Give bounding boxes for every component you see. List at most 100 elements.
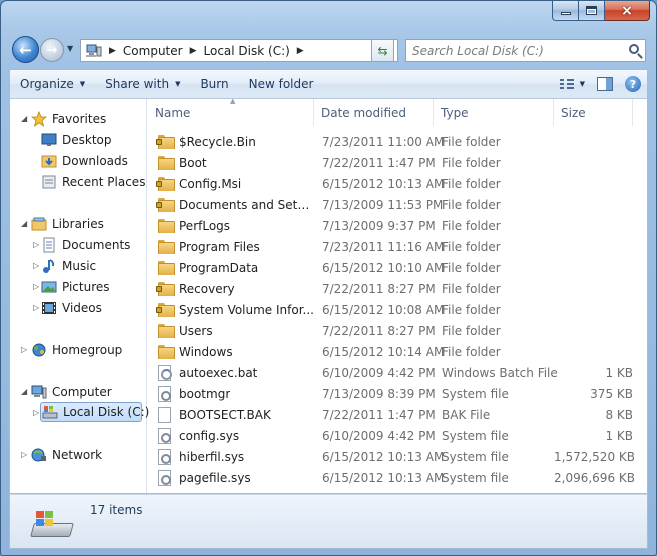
search-box[interactable]	[405, 39, 646, 62]
file-name-cell[interactable]: Documents and Setti...	[148, 198, 314, 212]
file-row[interactable]: pagefile.sys 6/15/2012 10:13 AM System fil…	[148, 467, 647, 488]
file-name-cell[interactable]: autoexec.bat	[148, 364, 314, 381]
file-row[interactable]: ProgramData 6/15/2012 10:10 AM File folder	[148, 257, 647, 278]
sidebar-item-network[interactable]: Network	[31, 445, 102, 465]
column-header-type[interactable]: Type	[434, 99, 554, 126]
burn-button[interactable]: Burn	[190, 70, 238, 98]
file-row[interactable]: Windows 6/15/2012 10:14 AM File folder	[148, 341, 647, 362]
file-row[interactable]: autoexec.bat 6/10/2009 4:42 PM Windows Bat…	[148, 362, 647, 383]
file-row[interactable]: Documents and Setti... 7/13/2009 11:53 PM…	[148, 194, 647, 215]
sidebar-item-local-disk[interactable]: Local Disk (C:)	[40, 402, 149, 422]
change-view-icon[interactable]	[559, 79, 574, 89]
file-row[interactable]: hiberfil.sys 6/15/2012 10:13 AM System fil…	[148, 446, 647, 467]
file-row[interactable]: bootmgr 7/13/2009 8:39 PM System file 375 K…	[148, 383, 647, 404]
sidebar-item-documents[interactable]: Documents	[41, 235, 130, 255]
sidebar-item-pictures[interactable]: Pictures	[41, 277, 110, 297]
file-type: File folder	[442, 302, 501, 317]
sidebar-item-computer[interactable]: Computer	[31, 382, 112, 402]
file-name-cell[interactable]: Recovery	[148, 282, 314, 296]
file-type: System file	[442, 470, 509, 485]
sidebar-item-downloads[interactable]: Downloads	[41, 151, 128, 171]
navigation-pane: ◢ Favorites Desktop Downloads Recent Pla…	[10, 99, 149, 493]
file-row[interactable]: Boot 7/22/2011 1:47 PM File folder	[148, 152, 647, 173]
file-name-cell[interactable]: Boot	[148, 156, 314, 170]
sidebar-item-recent-places[interactable]: Recent Places	[41, 172, 145, 192]
expand-pictures-icon[interactable]: ▷	[33, 282, 39, 291]
column-header-size[interactable]: Size	[554, 99, 633, 126]
breadcrumb-computer[interactable]: Computer	[123, 44, 183, 58]
file-type: File folder	[442, 155, 501, 170]
column-label: Type	[441, 105, 469, 120]
expand-homegroup-icon[interactable]: ▷	[21, 345, 27, 354]
expand-music-icon[interactable]: ▷	[33, 261, 39, 270]
breadcrumb-separator-icon[interactable]: ▶	[109, 46, 116, 56]
expand-documents-icon[interactable]: ▷	[33, 240, 39, 249]
view-options-chevron-icon[interactable]: ▼	[580, 80, 585, 88]
file-row[interactable]: System Volume Infor... 6/15/2012 10:08 AM…	[148, 299, 647, 320]
file-row[interactable]: $Recycle.Bin 7/23/2011 11:00 AM File folde…	[148, 131, 647, 152]
expand-libraries-icon[interactable]: ◢	[21, 219, 27, 228]
breadcrumb-separator-icon[interactable]: ▶	[190, 46, 197, 56]
recent-pages-button[interactable]: ▼	[67, 44, 73, 53]
file-name-cell[interactable]: Program Files	[148, 240, 314, 254]
share-with-button[interactable]: Share with ▼	[95, 70, 190, 98]
file-row[interactable]: Program Files 7/23/2011 11:16 AM File fold…	[148, 236, 647, 257]
file-name-cell[interactable]: Users	[148, 324, 314, 338]
file-row[interactable]: config.sys 6/10/2009 4:42 PM System file 1 …	[148, 425, 647, 446]
file-name: Program Files	[179, 239, 260, 254]
breadcrumb-separator-icon[interactable]: ▶	[297, 46, 304, 56]
lock-icon	[156, 286, 162, 292]
system-file-icon	[158, 385, 171, 402]
file-row[interactable]: PerfLogs 7/13/2009 9:37 PM File folder	[148, 215, 647, 236]
file-date: 7/13/2009 11:53 PM	[322, 197, 444, 212]
expand-computer-icon[interactable]: ◢	[21, 387, 27, 396]
recent-places-icon	[41, 174, 57, 190]
sidebar-item-homegroup[interactable]: Homegroup	[31, 340, 122, 360]
documents-icon	[41, 237, 57, 253]
address-bar[interactable]: ▶ Computer ▶ Local Disk (C:) ▶ ▼	[80, 39, 398, 62]
file-name-cell[interactable]: BOOTSECT.BAK	[148, 406, 314, 423]
file-row[interactable]: Recovery 7/22/2011 8:27 PM File folder	[148, 278, 647, 299]
expand-favorites-icon[interactable]: ◢	[21, 114, 27, 123]
file-name-cell[interactable]: config.sys	[148, 427, 314, 444]
expand-local-disk-icon[interactable]: ▷	[33, 408, 39, 417]
file-row[interactable]: Users 7/22/2011 8:27 PM File folder	[148, 320, 647, 341]
file-name-cell[interactable]: System Volume Infor...	[148, 303, 314, 317]
organize-button[interactable]: Organize ▼	[10, 70, 95, 98]
sidebar-item-desktop[interactable]: Desktop	[41, 130, 112, 150]
breadcrumb-local-disk[interactable]: Local Disk (C:)	[204, 44, 290, 58]
file-name-cell[interactable]: pagefile.sys	[148, 469, 314, 486]
column-header-date[interactable]: Date modified	[314, 99, 434, 126]
new-folder-button[interactable]: New folder	[239, 70, 324, 98]
sidebar-item-favorites[interactable]: Favorites	[30, 109, 106, 129]
sidebar-item-videos[interactable]: Videos	[41, 298, 102, 318]
file-name-cell[interactable]: hiberfil.sys	[148, 448, 314, 465]
minimize-button[interactable]	[552, 1, 579, 21]
lock-icon	[156, 202, 162, 208]
file-name-cell[interactable]: Config.Msi	[148, 177, 314, 191]
search-input[interactable]	[412, 43, 612, 58]
file-name-cell[interactable]: $Recycle.Bin	[148, 135, 314, 149]
expand-network-icon[interactable]: ▷	[21, 450, 27, 459]
sidebar-item-music[interactable]: Music	[41, 256, 96, 276]
search-icon[interactable]	[629, 44, 639, 54]
caption-buttons: ×	[552, 1, 650, 22]
file-name-cell[interactable]: PerfLogs	[148, 219, 314, 233]
column-header-name[interactable]: ▲ Name	[148, 97, 314, 126]
sidebar-item-libraries[interactable]: Libraries	[31, 214, 104, 234]
preview-pane-icon[interactable]	[597, 77, 613, 91]
file-name-cell[interactable]: Windows	[148, 345, 314, 359]
file-row[interactable]: BOOTSECT.BAK 7/22/2011 1:47 PM BAK File 8 K…	[148, 404, 647, 425]
file-name-cell[interactable]: ProgramData	[148, 261, 314, 275]
expand-videos-icon[interactable]: ▷	[33, 303, 39, 312]
refresh-button[interactable]: ⇆	[371, 39, 394, 62]
help-icon[interactable]: ?	[625, 76, 641, 92]
lock-icon	[156, 181, 162, 187]
close-button[interactable]: ×	[605, 1, 650, 21]
column-headers: ▲ Name Date modified Type Size	[148, 97, 647, 126]
file-row[interactable]: Config.Msi 6/15/2012 10:13 AM File folder	[148, 173, 647, 194]
maximize-button[interactable]	[579, 1, 605, 21]
back-button[interactable]: ←	[12, 36, 39, 63]
file-name-cell[interactable]: bootmgr	[148, 385, 314, 402]
forward-button[interactable]: →	[40, 38, 64, 62]
